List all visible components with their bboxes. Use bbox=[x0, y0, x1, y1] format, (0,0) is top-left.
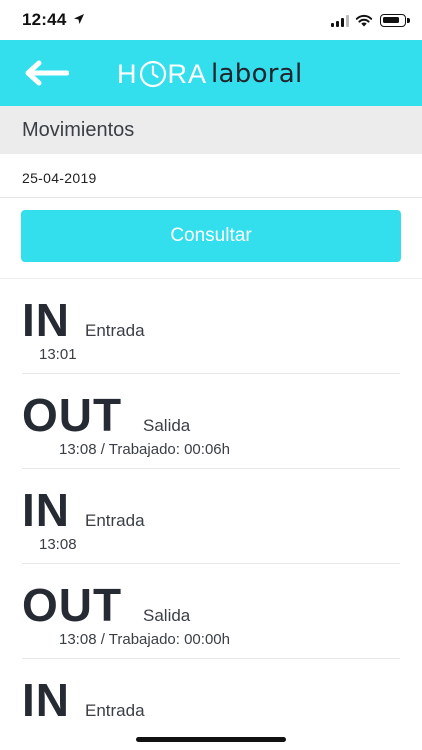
arrow-left-icon bbox=[25, 60, 69, 86]
movement-type: OUT bbox=[22, 389, 123, 441]
movement-detail: 13:08 / Trabajado: 00:00h bbox=[59, 631, 230, 648]
movement-type: OUT bbox=[22, 579, 123, 631]
battery-icon bbox=[380, 14, 410, 27]
date-field[interactable]: 25-04-2019 bbox=[0, 154, 422, 198]
movement-label: Salida bbox=[143, 606, 191, 625]
movement-label: Entrada bbox=[85, 511, 145, 530]
app-header: H RA laboral bbox=[0, 40, 422, 106]
wifi-icon bbox=[355, 14, 373, 27]
movement-label: Entrada bbox=[85, 321, 145, 340]
date-value: 25-04-2019 bbox=[22, 170, 97, 186]
status-time: 12:44 bbox=[22, 10, 67, 29]
section-header: Movimientos bbox=[0, 106, 422, 154]
movement-type: IN bbox=[22, 484, 70, 536]
clock-icon bbox=[139, 60, 166, 88]
movement-item: OUT Salida 13:08 / Trabajado: 00:00h bbox=[0, 564, 400, 659]
logo-hora: H RA bbox=[117, 59, 207, 90]
movement-detail: 13:01 bbox=[39, 346, 77, 363]
home-indicator bbox=[136, 737, 286, 742]
page-title: Movimientos bbox=[22, 119, 135, 141]
cellular-signal-icon bbox=[331, 15, 349, 27]
movement-detail: 13:08 / Trabajado: 00:06h bbox=[59, 441, 230, 458]
movement-label: Entrada bbox=[85, 701, 145, 720]
movement-item: IN Entrada bbox=[0, 659, 400, 720]
movement-item: OUT Salida 13:08 / Trabajado: 00:06h bbox=[0, 374, 400, 469]
back-button[interactable] bbox=[18, 54, 74, 92]
consultar-button[interactable]: Consultar bbox=[21, 210, 401, 262]
movement-item: IN Entrada 13:01 bbox=[0, 279, 400, 374]
location-arrow-icon bbox=[74, 14, 84, 24]
movement-label: Salida bbox=[143, 416, 191, 435]
movement-detail: 13:08 bbox=[39, 536, 77, 553]
logo-hora-suffix: RA bbox=[167, 58, 208, 89]
status-bar: 12:44 bbox=[0, 0, 422, 40]
logo-laboral: laboral bbox=[211, 59, 303, 89]
movement-type: IN bbox=[22, 294, 70, 346]
app-logo: H RA laboral bbox=[117, 57, 303, 91]
movement-item: IN Entrada 13:08 bbox=[0, 469, 400, 564]
logo-hora-prefix: H bbox=[117, 58, 138, 89]
movement-type: IN bbox=[22, 674, 70, 720]
movement-list[interactable]: IN Entrada 13:01 OUT Salida 13:08 / Trab… bbox=[0, 279, 422, 720]
